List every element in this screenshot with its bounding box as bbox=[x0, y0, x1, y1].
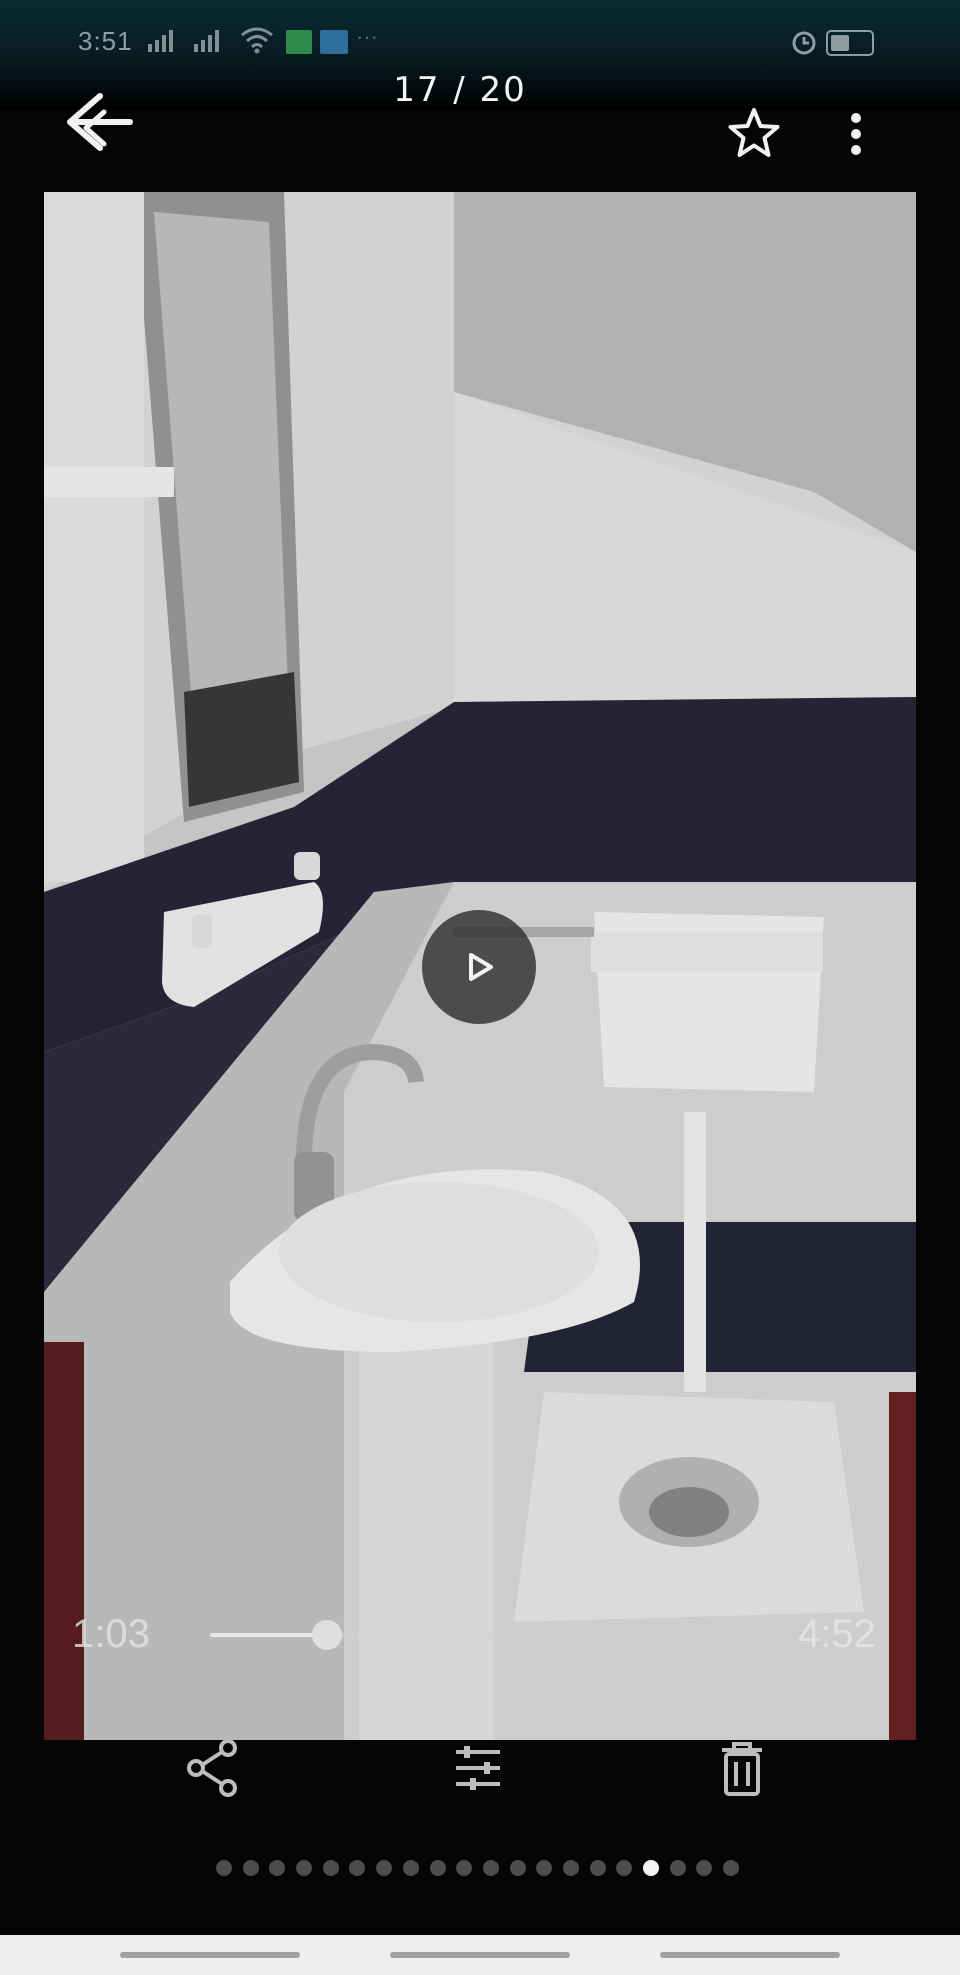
play-button[interactable] bbox=[422, 910, 536, 1024]
play-icon bbox=[469, 953, 493, 981]
page-dot bbox=[242, 1860, 259, 1876]
notification-icon-2 bbox=[320, 30, 348, 54]
seek-thumb[interactable] bbox=[311, 1620, 342, 1650]
elapsed-time: 1:03 bbox=[72, 1612, 150, 1656]
system-nav-bar bbox=[0, 1935, 960, 1975]
alarm-icon bbox=[792, 31, 816, 55]
nav-home-button[interactable] bbox=[390, 1952, 570, 1958]
page-dot bbox=[429, 1860, 446, 1876]
seek-progress bbox=[210, 1633, 327, 1637]
page-dot bbox=[696, 1860, 713, 1876]
page-dot bbox=[456, 1860, 473, 1876]
page-dot bbox=[322, 1860, 339, 1876]
more-vert-icon[interactable] bbox=[838, 108, 874, 164]
page-dot bbox=[562, 1860, 579, 1876]
edit-sliders-icon[interactable] bbox=[446, 1736, 510, 1800]
nav-back-button[interactable] bbox=[660, 1952, 840, 1958]
battery-icon bbox=[826, 30, 874, 56]
page-dot bbox=[216, 1860, 232, 1876]
photo-counter: 17 / 20 bbox=[393, 70, 527, 110]
page-indicator bbox=[216, 1860, 740, 1880]
bottom-actions bbox=[0, 1736, 960, 1826]
page-dot bbox=[643, 1860, 659, 1876]
page-dot bbox=[349, 1860, 366, 1876]
page-dot bbox=[723, 1860, 740, 1876]
page-dot bbox=[402, 1860, 419, 1876]
page-dot bbox=[536, 1860, 553, 1876]
more-notifications-icon: ··· bbox=[356, 24, 378, 49]
status-time: 3:51 bbox=[78, 26, 133, 56]
star-icon[interactable] bbox=[726, 106, 782, 162]
page-dot bbox=[589, 1860, 606, 1876]
page-dot bbox=[269, 1860, 286, 1876]
signal-icon-2 bbox=[194, 30, 219, 52]
share-icon[interactable] bbox=[182, 1736, 246, 1800]
page-dot bbox=[669, 1860, 686, 1876]
wifi-icon bbox=[241, 27, 273, 54]
seek-bar[interactable] bbox=[210, 1620, 750, 1650]
page-dot bbox=[616, 1860, 633, 1876]
page-dot bbox=[509, 1860, 526, 1876]
notification-icon bbox=[286, 30, 312, 54]
signal-icon bbox=[148, 30, 173, 52]
nav-recents-button[interactable] bbox=[120, 1952, 300, 1958]
page-dot bbox=[296, 1860, 313, 1876]
page-dot bbox=[482, 1860, 499, 1876]
total-time: 4:52 bbox=[798, 1612, 876, 1656]
delete-icon[interactable] bbox=[710, 1736, 774, 1800]
page-dot bbox=[376, 1860, 393, 1876]
back-arrow-icon[interactable] bbox=[64, 88, 136, 160]
